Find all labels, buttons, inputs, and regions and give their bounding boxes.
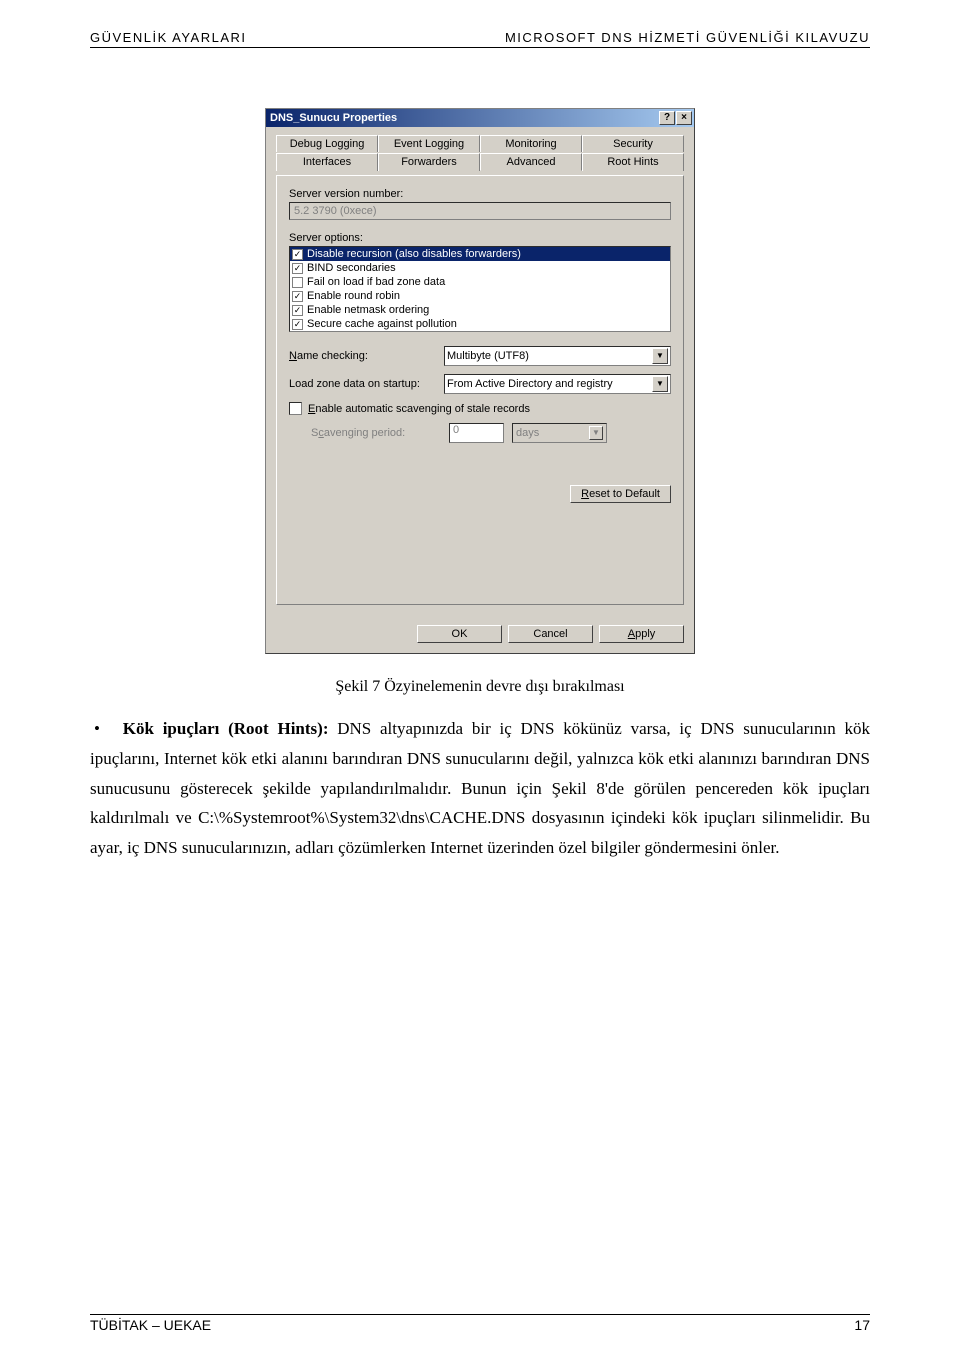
- tab-forwarders[interactable]: Forwarders: [378, 153, 480, 171]
- footer-left: TÜBİTAK – UEKAE: [90, 1317, 211, 1333]
- header-left: GÜVENLİK AYARLARI: [90, 30, 247, 45]
- server-version-field: 5.2 3790 (0xece): [289, 202, 671, 220]
- option-label: Secure cache against pollution: [307, 317, 457, 331]
- footer-page-number: 17: [854, 1317, 870, 1333]
- option-label: Enable netmask ordering: [307, 303, 429, 317]
- scavenge-checkbox-row[interactable]: Enable automatic scavenging of stale rec…: [289, 402, 671, 415]
- server-option-item[interactable]: ✓ Disable recursion (also disables forwar…: [290, 247, 670, 261]
- body-paragraph: Kök ipuçları (Root Hints): DNS altyapını…: [90, 714, 870, 863]
- ok-button[interactable]: OK: [417, 625, 502, 643]
- figure-container: DNS_Sunucu Properties ? × Debug Logging …: [90, 108, 870, 696]
- figure-caption: Şekil 7 Özyinelemenin devre dışı bırakıl…: [90, 678, 870, 696]
- option-checkbox[interactable]: ✓: [292, 305, 303, 316]
- tab-advanced[interactable]: Advanced: [480, 153, 582, 171]
- paragraph-text: DNS altyapınızda bir iç DNS kökünüz vars…: [90, 719, 870, 857]
- dropdown-icon: ▼: [589, 426, 603, 440]
- dns-properties-dialog: DNS_Sunucu Properties ? × Debug Logging …: [265, 108, 695, 654]
- scavenge-value-field: 0: [449, 423, 504, 443]
- name-checking-value: Multibyte (UTF8): [447, 350, 529, 362]
- option-checkbox[interactable]: ✓: [292, 319, 303, 330]
- option-label: Disable recursion (also disables forward…: [307, 247, 521, 261]
- tab-monitoring[interactable]: Monitoring: [480, 135, 582, 152]
- scavenge-unit-combo: days ▼: [512, 423, 607, 443]
- tab-event-logging[interactable]: Event Logging: [378, 135, 480, 152]
- option-checkbox[interactable]: ✓: [292, 263, 303, 274]
- server-option-item[interactable]: Fail on load if bad zone data: [290, 275, 670, 289]
- tab-security[interactable]: Security: [582, 135, 684, 152]
- tab-debug-logging[interactable]: Debug Logging: [276, 135, 378, 152]
- dropdown-icon[interactable]: ▼: [652, 376, 668, 392]
- tab-root-hints[interactable]: Root Hints: [582, 153, 684, 171]
- apply-button[interactable]: Apply: [599, 625, 684, 643]
- server-option-item[interactable]: ✓ BIND secondaries: [290, 261, 670, 275]
- option-label: BIND secondaries: [307, 261, 396, 275]
- header-right: MICROSOFT DNS HİZMETİ GÜVENLİĞİ KILAVUZU: [505, 30, 870, 45]
- reset-to-default-button[interactable]: Reset to Default: [570, 485, 671, 503]
- dropdown-icon[interactable]: ▼: [652, 348, 668, 364]
- document-footer: TÜBİTAK – UEKAE 17: [90, 1314, 870, 1333]
- close-button[interactable]: ×: [676, 111, 692, 125]
- load-zone-label: Load zone data on startup:: [289, 378, 444, 390]
- server-options-list[interactable]: ✓ Disable recursion (also disables forwar…: [289, 246, 671, 332]
- name-checking-label: Name checking:: [289, 350, 444, 362]
- load-zone-value: From Active Directory and registry: [447, 378, 613, 390]
- option-checkbox[interactable]: ✓: [292, 291, 303, 302]
- option-label: Enable round robin: [307, 289, 400, 303]
- advanced-tab-panel: Server version number: 5.2 3790 (0xece) …: [276, 175, 684, 605]
- dialog-titlebar[interactable]: DNS_Sunucu Properties ? ×: [266, 109, 694, 127]
- option-label: Fail on load if bad zone data: [307, 275, 445, 289]
- server-option-item[interactable]: ✓ Secure cache against pollution: [290, 317, 670, 331]
- server-options-label: Server options:: [289, 232, 671, 244]
- scavenge-checkbox-label: Enable automatic scavenging of stale rec…: [308, 403, 530, 415]
- server-option-item[interactable]: ✓ Enable round robin: [290, 289, 670, 303]
- tab-interfaces[interactable]: Interfaces: [276, 153, 378, 171]
- scavenge-unit-value: days: [516, 427, 539, 439]
- help-button[interactable]: ?: [659, 111, 675, 125]
- server-option-item[interactable]: ✓ Enable netmask ordering: [290, 303, 670, 317]
- scavenge-checkbox[interactable]: [289, 402, 302, 415]
- tabs-container: Debug Logging Event Logging Monitoring S…: [276, 135, 684, 175]
- option-checkbox[interactable]: [292, 277, 303, 288]
- scavenge-period-label: Scavenging period:: [311, 427, 441, 439]
- dialog-footer: OK Cancel Apply: [266, 615, 694, 653]
- document-header: GÜVENLİK AYARLARI MICROSOFT DNS HİZMETİ …: [90, 30, 870, 45]
- cancel-button[interactable]: Cancel: [508, 625, 593, 643]
- bullet-title: Kök ipuçları (Root Hints):: [123, 719, 329, 738]
- footer-rule: [90, 1314, 870, 1315]
- load-zone-combo[interactable]: From Active Directory and registry ▼: [444, 374, 671, 394]
- server-version-label: Server version number:: [289, 188, 671, 200]
- header-rule: [90, 47, 870, 48]
- option-checkbox[interactable]: ✓: [292, 249, 303, 260]
- name-checking-combo[interactable]: Multibyte (UTF8) ▼: [444, 346, 671, 366]
- dialog-title: DNS_Sunucu Properties: [270, 112, 397, 124]
